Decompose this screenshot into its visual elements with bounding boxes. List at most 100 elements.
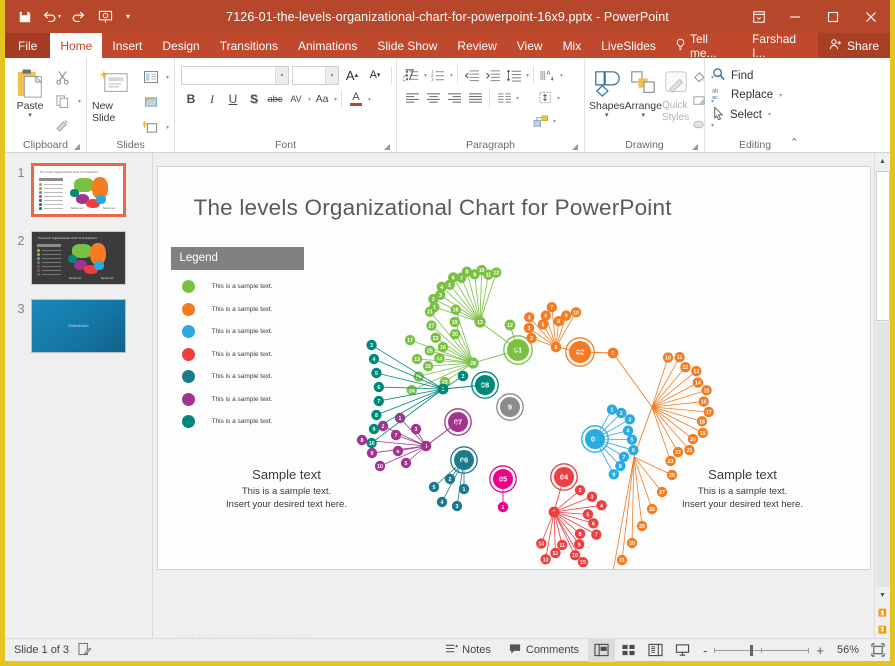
- save-icon[interactable]: [12, 5, 37, 29]
- convert-to-smartart-icon[interactable]: [531, 111, 551, 131]
- text-direction-dropdown-icon[interactable]: ▾: [559, 72, 563, 79]
- zoom-slider-track[interactable]: [714, 644, 810, 656]
- ribbon-display-options-icon[interactable]: [742, 0, 776, 33]
- comments-button[interactable]: Comments: [500, 639, 588, 662]
- find-button[interactable]: Find: [712, 67, 753, 84]
- layout-dropdown-icon[interactable]: ▾: [165, 74, 169, 81]
- tab-design[interactable]: Design: [152, 33, 209, 58]
- scrollbar-thumb[interactable]: [875, 171, 890, 321]
- thumbnail-slide-3[interactable]: 3 SlideModel: [5, 299, 152, 353]
- font-color-dropdown-icon[interactable]: ▾: [367, 96, 371, 103]
- align-text-dropdown-icon[interactable]: ▾: [556, 95, 560, 102]
- restore-button[interactable]: [814, 0, 852, 33]
- paragraph-dialog-launcher-icon[interactable]: ◢: [572, 142, 578, 151]
- accessibility-checker-icon[interactable]: [78, 642, 92, 659]
- drawing-dialog-launcher-icon[interactable]: ◢: [692, 142, 698, 151]
- character-spacing-dropdown-icon[interactable]: ▾: [307, 96, 311, 103]
- tab-home[interactable]: Home: [50, 33, 103, 58]
- convert-to-smartart-dropdown-icon[interactable]: ▾: [552, 118, 556, 125]
- columns-dropdown-icon[interactable]: ▾: [515, 95, 519, 102]
- numbering-dropdown-icon[interactable]: ▾: [449, 72, 453, 79]
- line-spacing-icon[interactable]: [504, 65, 524, 85]
- grow-font-button[interactable]: A ▴: [342, 65, 362, 85]
- zoom-slider-handle[interactable]: [750, 644, 754, 656]
- tab-mix[interactable]: Mix: [553, 33, 592, 58]
- zoom-out-button[interactable]: -: [703, 643, 707, 658]
- align-left-icon[interactable]: [402, 88, 422, 108]
- vertical-scrollbar[interactable]: ▲ ▼ ⏫ ⏬: [874, 153, 890, 638]
- increase-indent-icon[interactable]: [483, 65, 503, 85]
- cut-icon[interactable]: [50, 66, 76, 88]
- replace-dropdown-icon[interactable]: ▾: [778, 92, 782, 99]
- new-slide-button[interactable]: New Slide: [92, 63, 138, 124]
- tab-file[interactable]: File: [5, 33, 51, 58]
- decrease-indent-icon[interactable]: [462, 65, 482, 85]
- strikethrough-button[interactable]: abc: [265, 89, 285, 109]
- center-icon[interactable]: [423, 88, 443, 108]
- shapes-button[interactable]: Shapes ▾: [589, 63, 625, 119]
- fit-slide-to-window-button[interactable]: [866, 643, 890, 657]
- sample-text-block-right[interactable]: Sample text This is a sample text. Inser…: [658, 467, 828, 511]
- tab-transitions[interactable]: Transitions: [210, 33, 288, 58]
- slide-counter[interactable]: Slide 1 of 3: [14, 644, 69, 656]
- shrink-font-button[interactable]: A ▾: [365, 65, 385, 85]
- notes-button[interactable]: Notes: [436, 639, 500, 662]
- change-case-dropdown-icon[interactable]: ▾: [333, 96, 337, 103]
- font-name-dropdown-icon[interactable]: ▾: [275, 66, 288, 84]
- share-button[interactable]: Share: [817, 33, 890, 58]
- select-dropdown-icon[interactable]: ▾: [767, 111, 771, 118]
- slide-canvas[interactable]: The levels Organizational Chart for Powe…: [157, 167, 870, 569]
- thumbnail-preview-3[interactable]: SlideModel: [31, 299, 126, 353]
- align-right-icon[interactable]: [444, 88, 464, 108]
- normal-view-button[interactable]: [588, 638, 616, 662]
- change-case-button[interactable]: Aa: [312, 89, 332, 109]
- paste-dropdown-icon[interactable]: ▾: [28, 112, 32, 119]
- line-spacing-dropdown-icon[interactable]: ▾: [525, 72, 529, 79]
- chevron-down-icon[interactable]: ▾: [120, 5, 136, 29]
- undo-icon[interactable]: ▾: [39, 5, 64, 29]
- tab-slide-show[interactable]: Slide Show: [367, 33, 447, 58]
- slide-thumbnail-pane[interactable]: 1 The levels Organizational Chart for Po…: [5, 153, 153, 638]
- shapes-dropdown-icon[interactable]: ▾: [605, 112, 609, 119]
- minimize-button[interactable]: [776, 0, 814, 33]
- font-dialog-launcher-icon[interactable]: ◢: [384, 142, 390, 151]
- zoom-in-button[interactable]: +: [816, 643, 824, 658]
- redo-icon[interactable]: [66, 5, 91, 29]
- copy-icon[interactable]: [50, 90, 76, 112]
- tab-liveslides[interactable]: LiveSlides: [591, 33, 666, 58]
- select-button[interactable]: Select ▾: [712, 106, 771, 123]
- align-text-icon[interactable]: [535, 88, 555, 108]
- text-direction-icon[interactable]: A: [538, 65, 558, 85]
- layout-icon[interactable]: [138, 66, 164, 88]
- thumbnail-preview-1[interactable]: The levels Organizational Chart for Powe…: [31, 163, 126, 217]
- numbering-icon[interactable]: 123: [428, 65, 448, 85]
- presentation-icon[interactable]: [93, 5, 118, 29]
- tell-me-box[interactable]: Tell me...: [666, 32, 744, 60]
- thumbnail-preview-2[interactable]: The levels Organizational Chart for Powe…: [31, 231, 126, 285]
- arrange-dropdown-icon[interactable]: ▾: [642, 112, 646, 119]
- bold-button[interactable]: B: [181, 89, 201, 109]
- scrollbar-track[interactable]: [875, 322, 890, 587]
- sample-text-block-left[interactable]: Sample text This is a sample text. Inser…: [202, 467, 372, 511]
- scroll-up-icon[interactable]: ▲: [874, 153, 890, 170]
- format-painter-icon[interactable]: [50, 114, 76, 136]
- quick-styles-button[interactable]: Quick Styles: [662, 63, 690, 124]
- user-account-label[interactable]: Farshad I...: [744, 32, 818, 60]
- font-size-dropdown-icon[interactable]: ▾: [325, 66, 338, 84]
- collapse-ribbon-icon[interactable]: ⌃: [790, 136, 799, 149]
- bullets-icon[interactable]: [402, 65, 422, 85]
- reading-view-button[interactable]: [642, 639, 669, 662]
- zoom-control[interactable]: - + 56%: [696, 643, 866, 658]
- clipboard-dialog-launcher-icon[interactable]: ◢: [74, 142, 80, 151]
- font-name-input[interactable]: [182, 66, 275, 84]
- close-button[interactable]: [852, 0, 890, 33]
- bullets-dropdown-icon[interactable]: ▾: [423, 72, 427, 79]
- tab-insert[interactable]: Insert: [102, 33, 152, 58]
- font-color-button[interactable]: A: [346, 89, 366, 109]
- slide-editing-area[interactable]: The levels Organizational Chart for Powe…: [153, 153, 874, 638]
- tab-review[interactable]: Review: [447, 33, 506, 58]
- font-name-box[interactable]: ▾: [181, 65, 289, 85]
- italic-button[interactable]: I: [202, 89, 222, 109]
- tab-animations[interactable]: Animations: [288, 33, 367, 58]
- font-size-input[interactable]: [293, 66, 325, 84]
